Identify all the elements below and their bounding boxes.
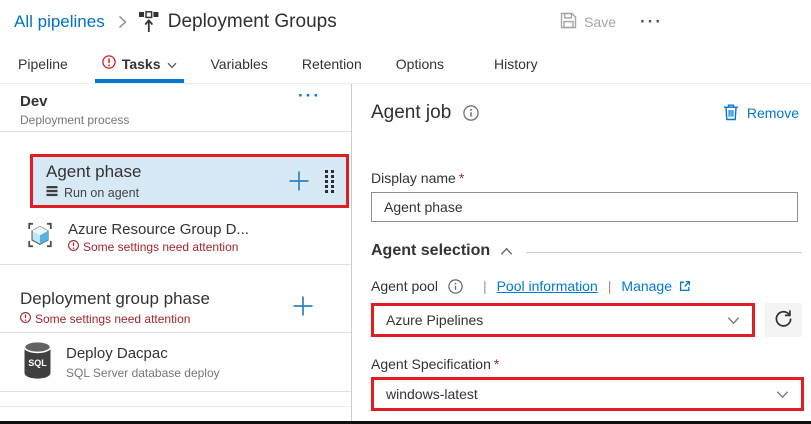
- display-name-label: Display name *: [371, 170, 465, 186]
- drag-handle[interactable]: [325, 169, 334, 193]
- agent-selection-section-header[interactable]: Agent selection: [371, 242, 807, 260]
- agent-selection-title: Agent selection: [371, 242, 491, 259]
- header-actions: Save ···: [560, 12, 663, 32]
- external-link-icon: [679, 280, 691, 292]
- pool-information-link[interactable]: Pool information: [497, 278, 598, 294]
- task-title: Azure Resource Group D...: [68, 220, 249, 238]
- agent-job-title: Agent job: [371, 102, 452, 123]
- agent-pool-value: Azure Pipelines: [386, 312, 484, 328]
- task-row-deploy-dacpac[interactable]: SQL Deploy Dacpac SQL Server database de…: [0, 333, 351, 392]
- svg-text:SQL: SQL: [28, 358, 47, 368]
- phase-warning-text: Some settings need attention: [35, 312, 191, 326]
- agent-specification-label: Agent Specification *: [371, 356, 500, 372]
- stage-title: Dev: [20, 93, 48, 110]
- agent-specification-dropdown[interactable]: windows-latest: [374, 380, 801, 408]
- sql-database-task-icon: SQL: [22, 340, 53, 385]
- chevron-down-icon: [776, 390, 789, 399]
- required-asterisk: *: [493, 356, 500, 372]
- manage-link[interactable]: Manage: [621, 278, 691, 294]
- tab-pipeline-label: Pipeline: [18, 55, 68, 72]
- display-name-input[interactable]: [371, 192, 798, 222]
- info-icon[interactable]: [463, 105, 479, 121]
- tab-tasks[interactable]: Tasks: [94, 44, 184, 83]
- trash-icon: [723, 103, 739, 124]
- save-icon: [560, 12, 577, 32]
- release-pipeline-icon: [138, 11, 159, 33]
- task-title: Deploy Dacpac: [66, 344, 168, 362]
- tab-pipeline[interactable]: Pipeline: [14, 44, 72, 83]
- stage-card-dev[interactable]: Dev Deployment process ···: [0, 84, 351, 132]
- refresh-agent-pools-button[interactable]: [765, 303, 802, 337]
- tab-variables[interactable]: Variables: [207, 44, 272, 83]
- tab-options-label: Options: [395, 55, 445, 72]
- agent-phase-text: Agent phase Run on agent: [46, 162, 141, 200]
- breadcrumb-all-pipelines[interactable]: All pipelines: [14, 12, 105, 32]
- stage-subtitle: Deployment process: [20, 113, 130, 127]
- header: All pipelines Deployment Groups Save ···: [0, 0, 811, 44]
- add-task-button[interactable]: [291, 294, 315, 323]
- error-badge-icon: [102, 55, 116, 72]
- agent-specification-dropdown-highlight: windows-latest: [371, 377, 804, 411]
- agent-phase-row-selected[interactable]: Agent phase Run on agent: [30, 154, 349, 208]
- agent-specification-value: windows-latest: [386, 386, 478, 402]
- task-subtitle: SQL Server database deploy: [66, 365, 220, 380]
- remove-label: Remove: [746, 105, 799, 121]
- stage-more-button[interactable]: ···: [298, 86, 321, 106]
- save-label: Save: [584, 14, 617, 30]
- next-card-edge: [0, 406, 351, 416]
- remove-button[interactable]: Remove: [723, 103, 799, 124]
- tab-retention[interactable]: Retention: [298, 44, 366, 83]
- task-warning-text: Some settings need attention: [83, 239, 239, 254]
- add-task-button[interactable]: [287, 169, 311, 193]
- warning-icon: [68, 239, 79, 254]
- agent-pool-label: Agent pool: [371, 278, 438, 294]
- agent-phase-title: Agent phase: [46, 162, 142, 181]
- agent-job-settings-panel: Agent job Remove Display name * Agent ph…: [352, 84, 811, 424]
- required-asterisk: *: [458, 170, 465, 186]
- agent-phase-subtitle: Run on agent: [64, 185, 140, 200]
- page-title: Deployment Groups: [167, 11, 337, 32]
- tab-tasks-label: Tasks: [121, 55, 161, 72]
- tab-history-label: History: [494, 55, 538, 72]
- chevron-down-icon: [727, 316, 740, 325]
- run-on-agent-icon: [46, 185, 58, 200]
- process-panel: Dev Deployment process ··· Agent phase R…: [0, 84, 352, 424]
- tab-history[interactable]: History: [490, 44, 542, 83]
- refresh-icon: [773, 308, 794, 332]
- task-row-azure-resource-group[interactable]: Azure Resource Group D... Some settings …: [0, 210, 351, 265]
- chevron-up-icon: [500, 247, 513, 256]
- save-button[interactable]: Save: [560, 12, 616, 32]
- agent-pool-dropdown-highlight: Azure Pipelines: [371, 303, 755, 337]
- tab-retention-label: Retention: [301, 55, 362, 72]
- deployment-group-phase-row[interactable]: Deployment group phase Some settings nee…: [0, 279, 351, 333]
- warning-icon: [20, 312, 31, 326]
- more-actions-button[interactable]: ···: [640, 13, 663, 30]
- agent-pool-dropdown[interactable]: Azure Pipelines: [374, 306, 752, 334]
- separator: |: [607, 278, 612, 294]
- tab-options[interactable]: Options: [392, 44, 448, 83]
- pipeline-editor-window: All pipelines Deployment Groups Save ···…: [0, 0, 811, 424]
- breadcrumb-separator-icon: [118, 15, 127, 29]
- chevron-down-icon: [167, 56, 177, 72]
- main-content: Dev Deployment process ··· Agent phase R…: [0, 84, 811, 424]
- azure-resource-group-task-icon: [26, 221, 54, 254]
- info-icon[interactable]: [448, 278, 463, 294]
- tab-bar: Pipeline Tasks Variables Retention Optio…: [0, 44, 811, 84]
- separator: |: [482, 278, 487, 294]
- section-divider: [526, 251, 802, 253]
- tab-variables-label: Variables: [210, 55, 268, 72]
